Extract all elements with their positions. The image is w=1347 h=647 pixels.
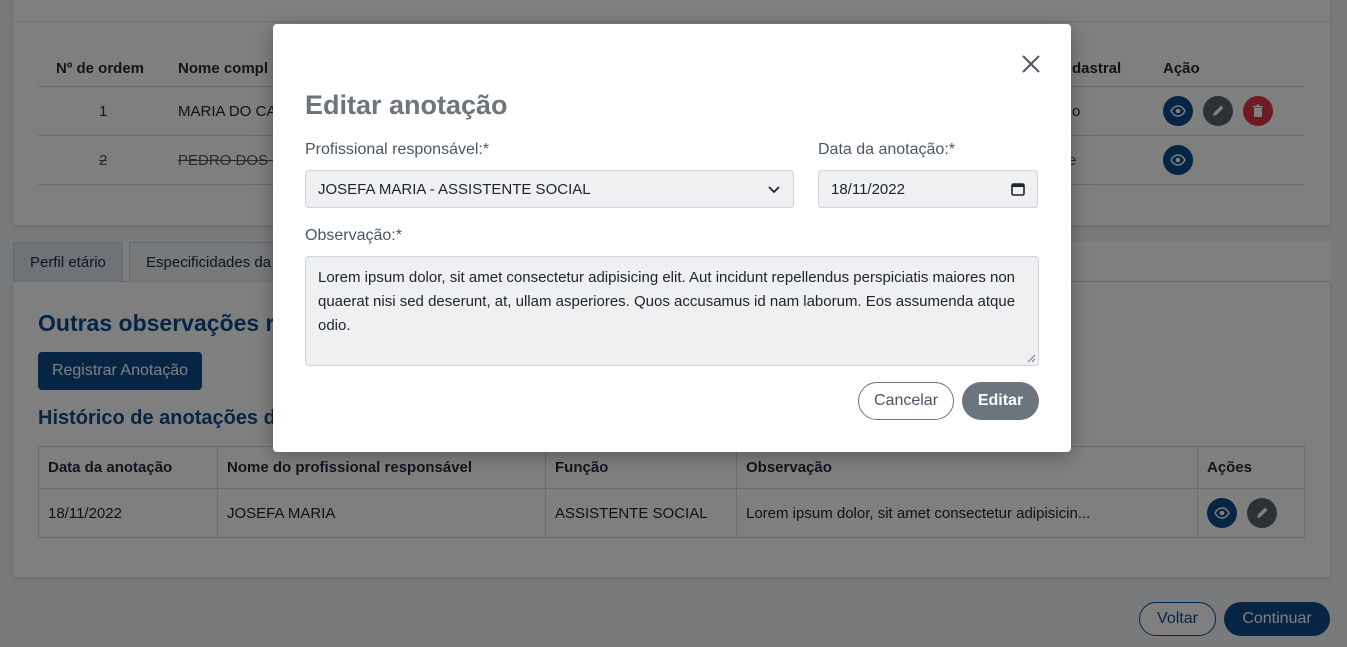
close-icon [1022, 55, 1040, 73]
resize-grip-icon[interactable] [1026, 353, 1036, 363]
calendar-icon[interactable] [1011, 182, 1025, 196]
professional-select-value: JOSEFA MARIA - ASSISTENTE SOCIAL [318, 180, 591, 198]
date-input[interactable]: 18/11/2022 [818, 170, 1038, 208]
edit-annotation-modal: Editar anotação Profissional responsável… [273, 24, 1071, 452]
observation-label: Observação:* [305, 227, 402, 244]
date-label: Data da anotação:* [818, 141, 955, 158]
professional-select[interactable]: JOSEFA MARIA - ASSISTENTE SOCIAL [305, 170, 794, 208]
chevron-down-icon [768, 186, 780, 194]
observation-textarea[interactable]: Lorem ipsum dolor, sit amet consectetur … [305, 256, 1039, 366]
observation-text: Lorem ipsum dolor, sit amet consectetur … [318, 269, 1016, 334]
edit-submit-button[interactable]: Editar [962, 382, 1039, 420]
date-input-value: 18/11/2022 [831, 180, 905, 198]
close-button[interactable] [1019, 52, 1043, 76]
modal-title: Editar anotação [305, 90, 508, 120]
professional-label: Profissional responsável:* [305, 141, 490, 158]
cancel-button[interactable]: Cancelar [858, 382, 954, 420]
